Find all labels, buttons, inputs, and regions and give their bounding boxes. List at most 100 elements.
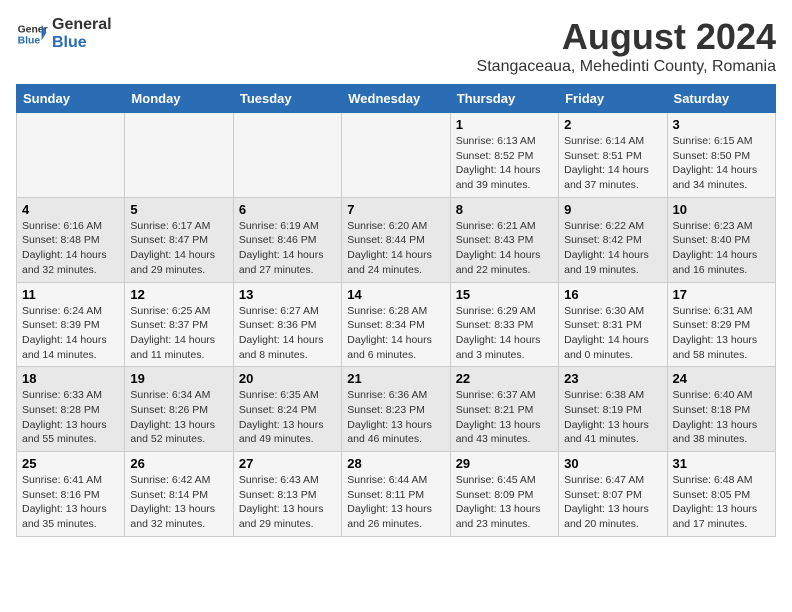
day-number: 19 [130, 371, 227, 386]
header-day-monday: Monday [125, 85, 233, 113]
day-number: 23 [564, 371, 661, 386]
day-number: 27 [239, 456, 336, 471]
day-info: Sunrise: 6:35 AM Sunset: 8:24 PM Dayligh… [239, 388, 336, 447]
day-cell: 29Sunrise: 6:45 AM Sunset: 8:09 PM Dayli… [450, 452, 558, 537]
day-info: Sunrise: 6:14 AM Sunset: 8:51 PM Dayligh… [564, 134, 661, 193]
day-info: Sunrise: 6:34 AM Sunset: 8:26 PM Dayligh… [130, 388, 227, 447]
day-info: Sunrise: 6:22 AM Sunset: 8:42 PM Dayligh… [564, 219, 661, 278]
day-number: 6 [239, 202, 336, 217]
day-number: 3 [673, 117, 770, 132]
day-cell: 10 Sunrise: 6:23 AM Sunset: 8:40 PM Dayli… [667, 197, 775, 282]
day-cell: 1 Sunrise: 6:13 AM Sunset: 8:52 PM Daylig… [450, 113, 558, 198]
day-cell: 15 Sunrise: 6:29 AM Sunset: 8:33 PM Dayli… [450, 282, 558, 367]
day-info: Sunrise: 6:38 AM Sunset: 8:19 PM Dayligh… [564, 388, 661, 447]
header-day-wednesday: Wednesday [342, 85, 450, 113]
day-cell: 2 Sunrise: 6:14 AM Sunset: 8:51 PM Daylig… [559, 113, 667, 198]
day-number: 21 [347, 371, 444, 386]
day-cell: 28Sunrise: 6:44 AM Sunset: 8:11 PM Dayli… [342, 452, 450, 537]
header-day-thursday: Thursday [450, 85, 558, 113]
header-row: SundayMondayTuesdayWednesdayThursdayFrid… [17, 85, 776, 113]
day-cell: 7 Sunrise: 6:20 AM Sunset: 8:44 PM Daylig… [342, 197, 450, 282]
day-number: 25 [22, 456, 119, 471]
day-number: 24 [673, 371, 770, 386]
calendar-header: SundayMondayTuesdayWednesdayThursdayFrid… [17, 85, 776, 113]
day-number: 31 [673, 456, 770, 471]
day-number: 7 [347, 202, 444, 217]
day-cell: 11Sunrise: 6:24 AM Sunset: 8:39 PM Dayli… [17, 282, 125, 367]
day-cell: 24 Sunrise: 6:40 AM Sunset: 8:18 PM Dayli… [667, 367, 775, 452]
svg-text:Blue: Blue [18, 36, 41, 47]
day-cell: 23 Sunrise: 6:38 AM Sunset: 8:19 PM Dayli… [559, 367, 667, 452]
week-row-4: 18Sunrise: 6:33 AM Sunset: 8:28 PM Dayli… [17, 367, 776, 452]
day-info: Sunrise: 6:28 AM Sunset: 8:34 PM Dayligh… [347, 304, 444, 363]
day-cell: 6 Sunrise: 6:19 AM Sunset: 8:46 PM Daylig… [233, 197, 341, 282]
day-number: 30 [564, 456, 661, 471]
day-cell: 16Sunrise: 6:30 AM Sunset: 8:31 PM Dayli… [559, 282, 667, 367]
day-number: 15 [456, 287, 553, 302]
day-number: 12 [130, 287, 227, 302]
week-row-1: 1 Sunrise: 6:13 AM Sunset: 8:52 PM Daylig… [17, 113, 776, 198]
header-day-saturday: Saturday [667, 85, 775, 113]
day-info: Sunrise: 6:19 AM Sunset: 8:46 PM Dayligh… [239, 219, 336, 278]
day-number: 14 [347, 287, 444, 302]
day-number: 17 [673, 287, 770, 302]
day-number: 16 [564, 287, 661, 302]
logo-blue: Blue [52, 34, 112, 52]
logo-icon: General Blue [16, 18, 48, 50]
header-day-sunday: Sunday [17, 85, 125, 113]
week-row-2: 4 Sunrise: 6:16 AM Sunset: 8:48 PM Daylig… [17, 197, 776, 282]
day-cell: 27Sunrise: 6:43 AM Sunset: 8:13 PM Dayli… [233, 452, 341, 537]
day-cell: 30 Sunrise: 6:47 AM Sunset: 8:07 PM Dayli… [559, 452, 667, 537]
day-number: 4 [22, 202, 119, 217]
day-cell: 19 Sunrise: 6:34 AM Sunset: 8:26 PM Dayli… [125, 367, 233, 452]
logo: General Blue General Blue [16, 16, 112, 52]
day-cell: 3Sunrise: 6:15 AM Sunset: 8:50 PM Daylig… [667, 113, 775, 198]
day-cell: 9 Sunrise: 6:22 AM Sunset: 8:42 PM Daylig… [559, 197, 667, 282]
week-row-3: 11Sunrise: 6:24 AM Sunset: 8:39 PM Dayli… [17, 282, 776, 367]
day-number: 10 [673, 202, 770, 217]
day-number: 11 [22, 287, 119, 302]
title-area: August 2024 Stangaceaua, Mehedinti Count… [477, 16, 776, 76]
day-info: Sunrise: 6:29 AM Sunset: 8:33 PM Dayligh… [456, 304, 553, 363]
day-cell: 12Sunrise: 6:25 AM Sunset: 8:37 PM Dayli… [125, 282, 233, 367]
day-cell [17, 113, 125, 198]
day-cell [233, 113, 341, 198]
day-cell: 31 Sunrise: 6:48 AM Sunset: 8:05 PM Dayli… [667, 452, 775, 537]
day-number: 2 [564, 117, 661, 132]
subtitle: Stangaceaua, Mehedinti County, Romania [477, 58, 776, 76]
header-day-friday: Friday [559, 85, 667, 113]
day-info: Sunrise: 6:47 AM Sunset: 8:07 PM Dayligh… [564, 473, 661, 532]
day-info: Sunrise: 6:13 AM Sunset: 8:52 PM Dayligh… [456, 134, 553, 193]
day-info: Sunrise: 6:40 AM Sunset: 8:18 PM Dayligh… [673, 388, 770, 447]
day-info: Sunrise: 6:41 AM Sunset: 8:16 PM Dayligh… [22, 473, 119, 532]
day-info: Sunrise: 6:16 AM Sunset: 8:48 PM Dayligh… [22, 219, 119, 278]
day-info: Sunrise: 6:27 AM Sunset: 8:36 PM Dayligh… [239, 304, 336, 363]
day-number: 1 [456, 117, 553, 132]
day-cell: 5Sunrise: 6:17 AM Sunset: 8:47 PM Daylig… [125, 197, 233, 282]
day-info: Sunrise: 6:33 AM Sunset: 8:28 PM Dayligh… [22, 388, 119, 447]
logo-general: General [52, 16, 112, 34]
day-info: Sunrise: 6:36 AM Sunset: 8:23 PM Dayligh… [347, 388, 444, 447]
day-number: 26 [130, 456, 227, 471]
day-info: Sunrise: 6:48 AM Sunset: 8:05 PM Dayligh… [673, 473, 770, 532]
day-cell [125, 113, 233, 198]
day-info: Sunrise: 6:23 AM Sunset: 8:40 PM Dayligh… [673, 219, 770, 278]
day-cell: 13Sunrise: 6:27 AM Sunset: 8:36 PM Dayli… [233, 282, 341, 367]
day-cell: 17 Sunrise: 6:31 AM Sunset: 8:29 PM Dayli… [667, 282, 775, 367]
main-title: August 2024 [477, 16, 776, 58]
day-info: Sunrise: 6:20 AM Sunset: 8:44 PM Dayligh… [347, 219, 444, 278]
day-number: 20 [239, 371, 336, 386]
day-cell: 18Sunrise: 6:33 AM Sunset: 8:28 PM Dayli… [17, 367, 125, 452]
day-info: Sunrise: 6:42 AM Sunset: 8:14 PM Dayligh… [130, 473, 227, 532]
day-info: Sunrise: 6:21 AM Sunset: 8:43 PM Dayligh… [456, 219, 553, 278]
day-cell: 14 Sunrise: 6:28 AM Sunset: 8:34 PM Dayli… [342, 282, 450, 367]
day-info: Sunrise: 6:44 AM Sunset: 8:11 PM Dayligh… [347, 473, 444, 532]
day-cell: 20 Sunrise: 6:35 AM Sunset: 8:24 PM Dayli… [233, 367, 341, 452]
day-info: Sunrise: 6:45 AM Sunset: 8:09 PM Dayligh… [456, 473, 553, 532]
day-info: Sunrise: 6:31 AM Sunset: 8:29 PM Dayligh… [673, 304, 770, 363]
day-number: 9 [564, 202, 661, 217]
day-cell: 25 Sunrise: 6:41 AM Sunset: 8:16 PM Dayli… [17, 452, 125, 537]
header: General Blue General Blue August 2024 St… [16, 16, 776, 76]
day-cell: 26 Sunrise: 6:42 AM Sunset: 8:14 PM Dayli… [125, 452, 233, 537]
header-day-tuesday: Tuesday [233, 85, 341, 113]
